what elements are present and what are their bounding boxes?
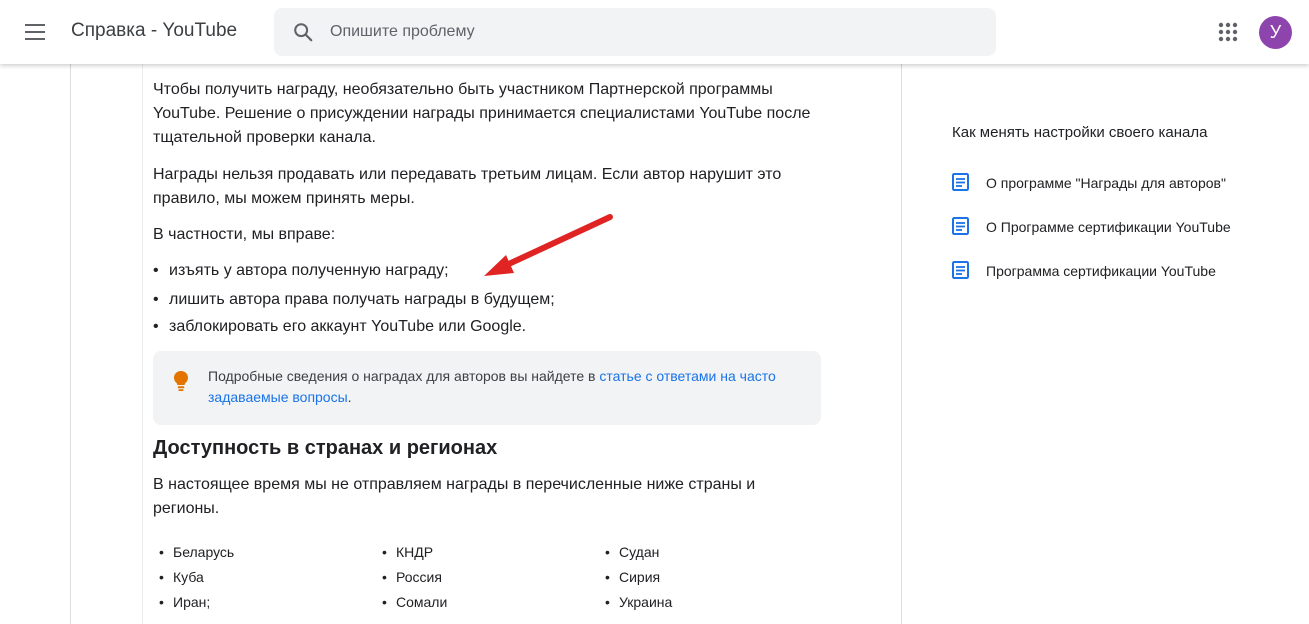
list-item: • лишить автора права получать награды в … (153, 291, 555, 308)
lightbulb-icon (174, 371, 188, 391)
search-icon[interactable] (292, 21, 314, 43)
country-item: • Россия (382, 569, 442, 585)
country-item: • Украина (605, 594, 673, 610)
section-paragraph: В настоящее время мы не отправляем награ… (153, 476, 756, 517)
section-heading: Доступность в странах и регионах (153, 437, 498, 459)
sidebar-title: Как менять настройки своего канала (952, 124, 1208, 141)
country-item: • Беларусь (159, 544, 235, 560)
info-note-text: Подробные сведения о наградах для авторо… (208, 368, 776, 405)
list-item: • заблокировать его аккаунт YouTube или G… (153, 318, 527, 335)
country-item: • Судан (605, 544, 660, 560)
document-icon (952, 217, 969, 235)
country-item: • КНДР (382, 544, 434, 560)
list-item: • изъять у автора полученную награду; (153, 262, 449, 279)
sidebar-item-label[interactable]: О программе "Награды для авторов" (986, 175, 1226, 191)
main-menu-icon[interactable] (20, 18, 50, 46)
country-item: • Иран; (159, 594, 211, 610)
sidebar-item-label[interactable]: Программа сертификации YouTube (986, 263, 1216, 279)
top-app-bar: Справка - YouTube У (0, 0, 1309, 64)
country-item: • Сирия (605, 569, 661, 585)
info-note: Подробные сведения о наградах для авторо… (153, 351, 821, 425)
sidebar-item-label[interactable]: О Программе сертификации YouTube (986, 219, 1231, 235)
document-icon (952, 173, 969, 191)
article-paragraph: Чтобы получить награду, необязательно бы… (153, 81, 811, 146)
account-avatar[interactable]: У (1259, 16, 1292, 49)
country-item: • Куба (159, 569, 204, 585)
search-bar[interactable] (274, 8, 996, 56)
search-input[interactable] (330, 8, 970, 56)
google-apps-icon[interactable] (1216, 20, 1240, 44)
article-paragraph: Награды нельзя продавать или передавать … (153, 166, 782, 207)
article-divider (142, 64, 143, 624)
annotation-arrow-icon (484, 214, 613, 276)
document-icon (952, 261, 969, 279)
app-title[interactable]: Справка - YouTube (71, 20, 237, 42)
country-item: • Сомали (382, 594, 448, 610)
